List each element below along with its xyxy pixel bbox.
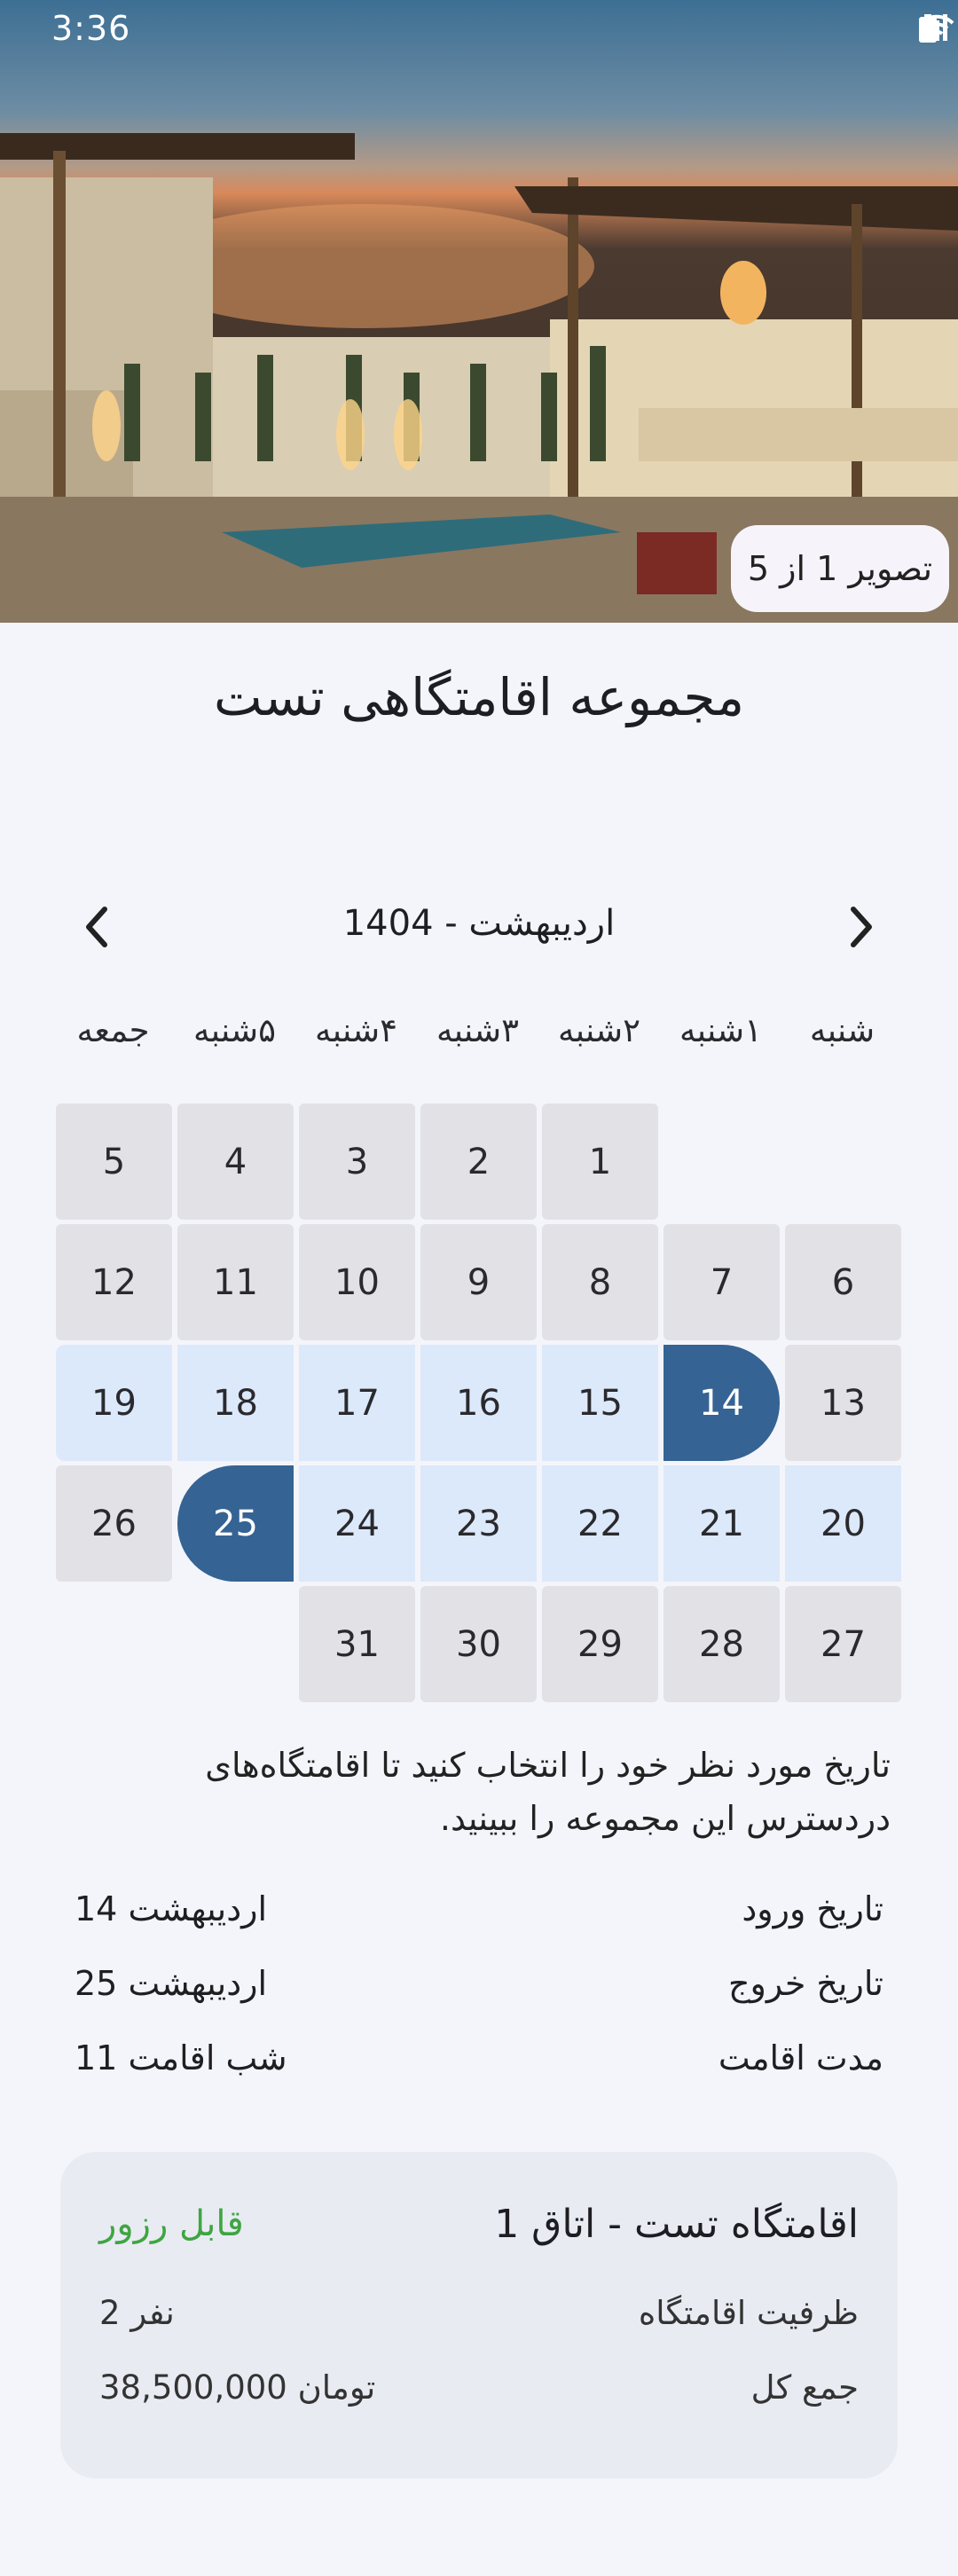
calendar-day[interactable]: 10: [299, 1224, 415, 1340]
calendar-day[interactable]: 12: [56, 1224, 172, 1340]
calendar-day[interactable]: 27: [785, 1586, 901, 1702]
status-bar: 3:36: [0, 0, 958, 62]
stay-duration-value: 11 شب اقامت: [75, 2038, 287, 2077]
calendar-day[interactable]: 21: [664, 1465, 780, 1582]
room-card[interactable]: اقامتگاه تست - اتاق 1 قابل رزور ظرفیت اق…: [60, 2152, 898, 2478]
weekday-header: شنبه ۱شنبه ۲شنبه ۳شنبه ۴شنبه ۵شنبه جمعه: [55, 1011, 903, 1064]
calendar-day[interactable]: 11: [177, 1224, 294, 1340]
weekday-label: ۴شنبه: [314, 1011, 398, 1049]
status-time: 3:36: [51, 9, 131, 48]
calendar-day[interactable]: 15: [542, 1345, 658, 1461]
check-out-value: 25 اردیبهشت: [75, 1964, 268, 2003]
calendar-day[interactable]: 31: [299, 1586, 415, 1702]
total-label: جمع کل: [750, 2368, 859, 2407]
stay-duration-row: مدت اقامت 11 شب اقامت: [75, 2038, 883, 2092]
room-title: اقامتگاه تست - اتاق 1: [494, 2202, 859, 2247]
hero-image[interactable]: 3:36 تصویر 1 از 5: [0, 0, 958, 623]
availability-status: قابل رزور: [99, 2203, 244, 2244]
weekday-label: ۲شنبه: [557, 1011, 641, 1049]
month-navigation: اردیبهشت - 1404: [0, 896, 958, 958]
check-out-label: تاریخ خروج: [727, 1964, 883, 2003]
calendar-day[interactable]: 13: [785, 1345, 901, 1461]
capacity-value: 2 نفر: [99, 2294, 175, 2332]
calendar-day[interactable]: 29: [542, 1586, 658, 1702]
calendar-day[interactable]: 3: [299, 1103, 415, 1220]
total-value: 38,500,000 تومان: [99, 2368, 376, 2407]
month-label: اردیبهشت - 1404: [342, 903, 616, 944]
calendar-day[interactable]: 5: [56, 1103, 172, 1220]
next-month-button[interactable]: [830, 896, 892, 958]
weekday-label: ۱شنبه: [679, 1011, 763, 1049]
hint-text: تاریخ مورد نظر خود را انتخاب کنید تا اقا…: [205, 1746, 891, 1838]
calendar-day[interactable]: 26: [56, 1465, 172, 1582]
page-title: مجموعه اقامتگاهی تست: [213, 667, 745, 727]
calendar-day[interactable]: 16: [420, 1345, 537, 1461]
calendar-day[interactable]: 2: [420, 1103, 537, 1220]
check-in-label: تاریخ ورود: [742, 1889, 883, 1928]
calendar-day[interactable]: 17: [299, 1345, 415, 1461]
calendar-day[interactable]: 7: [664, 1224, 780, 1340]
weekday-label: ۵شنبه: [192, 1011, 277, 1049]
weekday-label: جمعه: [76, 1011, 150, 1049]
calendar-day[interactable]: 19: [56, 1345, 172, 1461]
calendar-day[interactable]: 20: [785, 1465, 901, 1582]
weekday-label: ۳شنبه: [436, 1011, 520, 1049]
calendar-day[interactable]: 25: [177, 1465, 294, 1582]
calendar-day[interactable]: 23: [420, 1465, 537, 1582]
chevron-right-icon: [851, 907, 872, 947]
calendar-day[interactable]: 9: [420, 1224, 537, 1340]
stay-duration-label: مدت اقامت: [718, 2038, 883, 2077]
calendar-day[interactable]: 24: [299, 1465, 415, 1582]
calendar-day[interactable]: 4: [177, 1103, 294, 1220]
weekday-label: شنبه: [809, 1011, 876, 1049]
calendar-day[interactable]: 6: [785, 1224, 901, 1340]
battery-icon: [919, 14, 937, 43]
calendar-day[interactable]: 8: [542, 1224, 658, 1340]
calendar-day[interactable]: 28: [664, 1586, 780, 1702]
calendar-day[interactable]: 30: [420, 1586, 537, 1702]
image-counter-text: تصویر 1 از 5: [747, 549, 933, 588]
calendar-day[interactable]: 18: [177, 1345, 294, 1461]
check-out-row: تاریخ خروج 25 اردیبهشت: [75, 1964, 883, 2017]
check-in-value: 14 اردیبهشت: [75, 1889, 268, 1928]
calendar-day[interactable]: 22: [542, 1465, 658, 1582]
capacity-label: ظرفیت اقامتگاه: [638, 2294, 859, 2332]
image-counter: تصویر 1 از 5: [731, 525, 949, 612]
calendar-day[interactable]: 1: [542, 1103, 658, 1220]
calendar-day[interactable]: 14: [664, 1345, 780, 1461]
check-in-row: تاریخ ورود 14 اردیبهشت: [75, 1889, 883, 1943]
